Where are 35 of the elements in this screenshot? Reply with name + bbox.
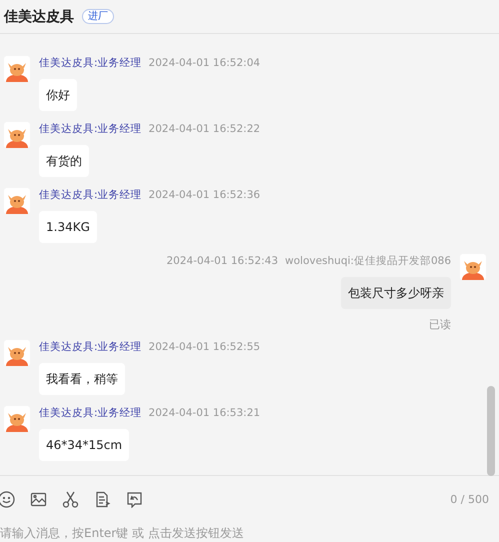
avatar-icon bbox=[4, 56, 30, 82]
avatar-icon bbox=[4, 340, 30, 366]
message-time: 2024-04-01 16:52:36 bbox=[148, 188, 260, 202]
emoji-icon[interactable] bbox=[0, 490, 15, 508]
read-status: 已读 bbox=[429, 317, 451, 332]
avatar-icon bbox=[4, 188, 30, 214]
avatar-icon bbox=[4, 406, 30, 432]
document-icon[interactable] bbox=[94, 490, 111, 508]
sender-name: 佳美达皮具:业务经理 bbox=[39, 56, 142, 70]
sender-name: 佳美达皮具:业务经理 bbox=[39, 406, 142, 420]
scrollbar[interactable] bbox=[487, 386, 495, 476]
avatar-icon bbox=[460, 254, 486, 280]
message-bubble: 有货的 bbox=[39, 145, 89, 177]
message-time: 2024-04-01 16:52:55 bbox=[148, 340, 260, 354]
message-time: 2024-04-01 16:53:21 bbox=[148, 406, 260, 420]
message-bubble: 1.34KG bbox=[39, 211, 97, 243]
image-icon[interactable] bbox=[30, 490, 47, 508]
message-time: 2024-04-01 16:52:43 bbox=[166, 254, 278, 268]
chat-title: 佳美达皮具 bbox=[4, 8, 74, 26]
sender-name: woloveshuqi:促佳搜品开发部086 bbox=[285, 254, 451, 268]
status-tag: 进厂 bbox=[82, 9, 114, 24]
sender-name: 佳美达皮具:业务经理 bbox=[39, 188, 142, 202]
message-bubble: 你好 bbox=[39, 79, 77, 111]
sender-name: 佳美达皮具:业务经理 bbox=[39, 340, 142, 354]
message-bubble: 包装尺寸多少呀亲 bbox=[341, 277, 451, 309]
message-input[interactable]: 请输入消息，按Enter键 或 点击发送按钮发送 bbox=[0, 526, 480, 540]
scissors-icon[interactable] bbox=[62, 490, 79, 508]
avatar-icon bbox=[4, 122, 30, 148]
message-bubble: 我看看，稍等 bbox=[39, 363, 125, 395]
message-time: 2024-04-01 16:52:04 bbox=[148, 56, 260, 70]
message-bubble: 46*34*15cm bbox=[39, 429, 130, 461]
chat-reply-icon[interactable] bbox=[126, 490, 143, 508]
message-time: 2024-04-01 16:52:22 bbox=[148, 122, 260, 136]
sender-name: 佳美达皮具:业务经理 bbox=[39, 122, 142, 136]
character-counter: 0 / 500 bbox=[450, 492, 489, 506]
